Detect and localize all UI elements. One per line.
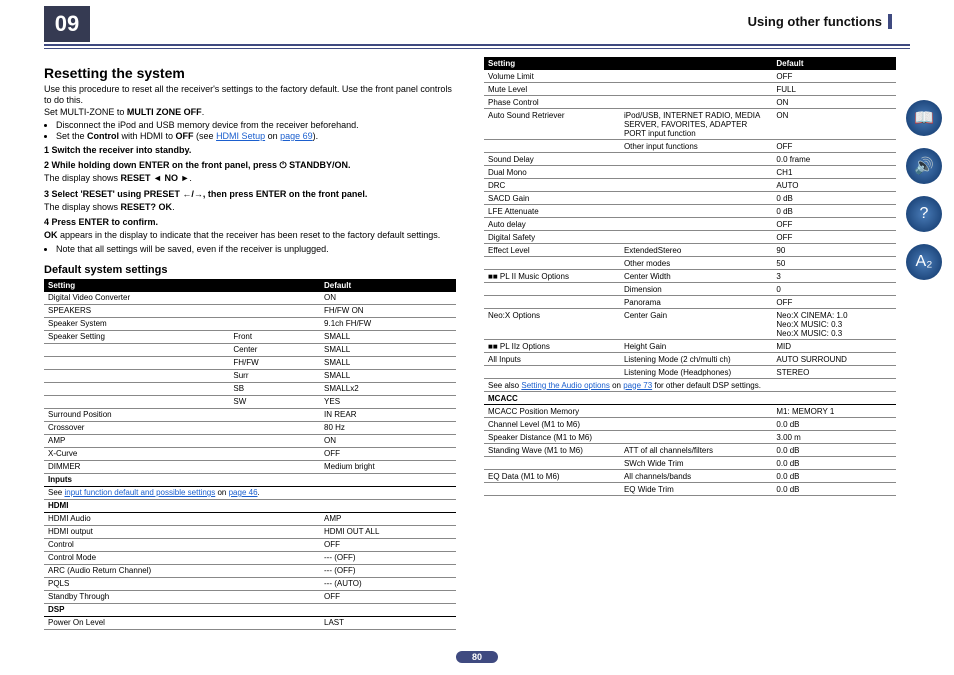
step-4: 4 Press ENTER to confirm. xyxy=(44,217,456,228)
tools-icon[interactable]: A₂ xyxy=(906,244,942,280)
chapter-number: 09 xyxy=(44,6,90,42)
note: Note that all settings will be saved, ev… xyxy=(56,244,456,254)
section-hdmi: HDMI xyxy=(44,499,456,512)
heading-reset: Resetting the system xyxy=(44,65,456,81)
link-hdmi-setup[interactable]: HDMI Setup xyxy=(216,131,265,141)
help-icon[interactable]: ? xyxy=(906,196,942,232)
intro: Use this procedure to reset all the rece… xyxy=(44,84,456,118)
table-right: SettingDefault Volume LimitOFFMute Level… xyxy=(484,57,896,496)
section-dsp: DSP xyxy=(44,603,456,616)
table-left: SettingDefault Digital Video ConverterON… xyxy=(44,279,456,630)
step-2-sub: The display shows RESET ◄ NO ►. xyxy=(44,173,456,184)
inputs-line: See input function default and possible … xyxy=(44,486,456,499)
link-page-69[interactable]: page 69 xyxy=(280,131,313,141)
section-inputs: Inputs xyxy=(44,473,456,486)
step-1: 1 Switch the receiver into standby. xyxy=(44,145,456,156)
bullet-1: Disconnect the iPod and USB memory devic… xyxy=(56,120,456,130)
page-number: 80 xyxy=(456,651,498,663)
link-audio-options[interactable]: Setting the Audio options xyxy=(521,381,610,390)
see-also: See also Setting the Audio options on pa… xyxy=(484,379,896,392)
link-page-46[interactable]: page 46 xyxy=(229,488,258,497)
left-column: Resetting the system Use this procedure … xyxy=(44,49,470,630)
section-mcacc: MCACC xyxy=(484,392,896,405)
link-page-73[interactable]: page 73 xyxy=(623,381,652,390)
right-column: SettingDefault Volume LimitOFFMute Level… xyxy=(470,49,896,630)
step-2: 2 While holding down ENTER on the front … xyxy=(44,160,456,171)
step-3-sub: The display shows RESET? OK. xyxy=(44,202,456,213)
sidebar-icons: 📖 🔊 ? A₂ xyxy=(906,100,946,292)
chapter-title: Using other functions xyxy=(748,14,892,29)
ok-line: OK appears in the display to indicate th… xyxy=(44,230,456,241)
bullet-2: Set the Control with HDMI to OFF (see HD… xyxy=(56,131,456,141)
heading-defaults: Default system settings xyxy=(44,264,456,276)
book-icon[interactable]: 📖 xyxy=(906,100,942,136)
step-3: 3 Select 'RESET' using PRESET ←/→, then … xyxy=(44,189,456,200)
speaker-icon[interactable]: 🔊 xyxy=(906,148,942,184)
link-input-defaults[interactable]: input function default and possible sett… xyxy=(64,488,215,497)
